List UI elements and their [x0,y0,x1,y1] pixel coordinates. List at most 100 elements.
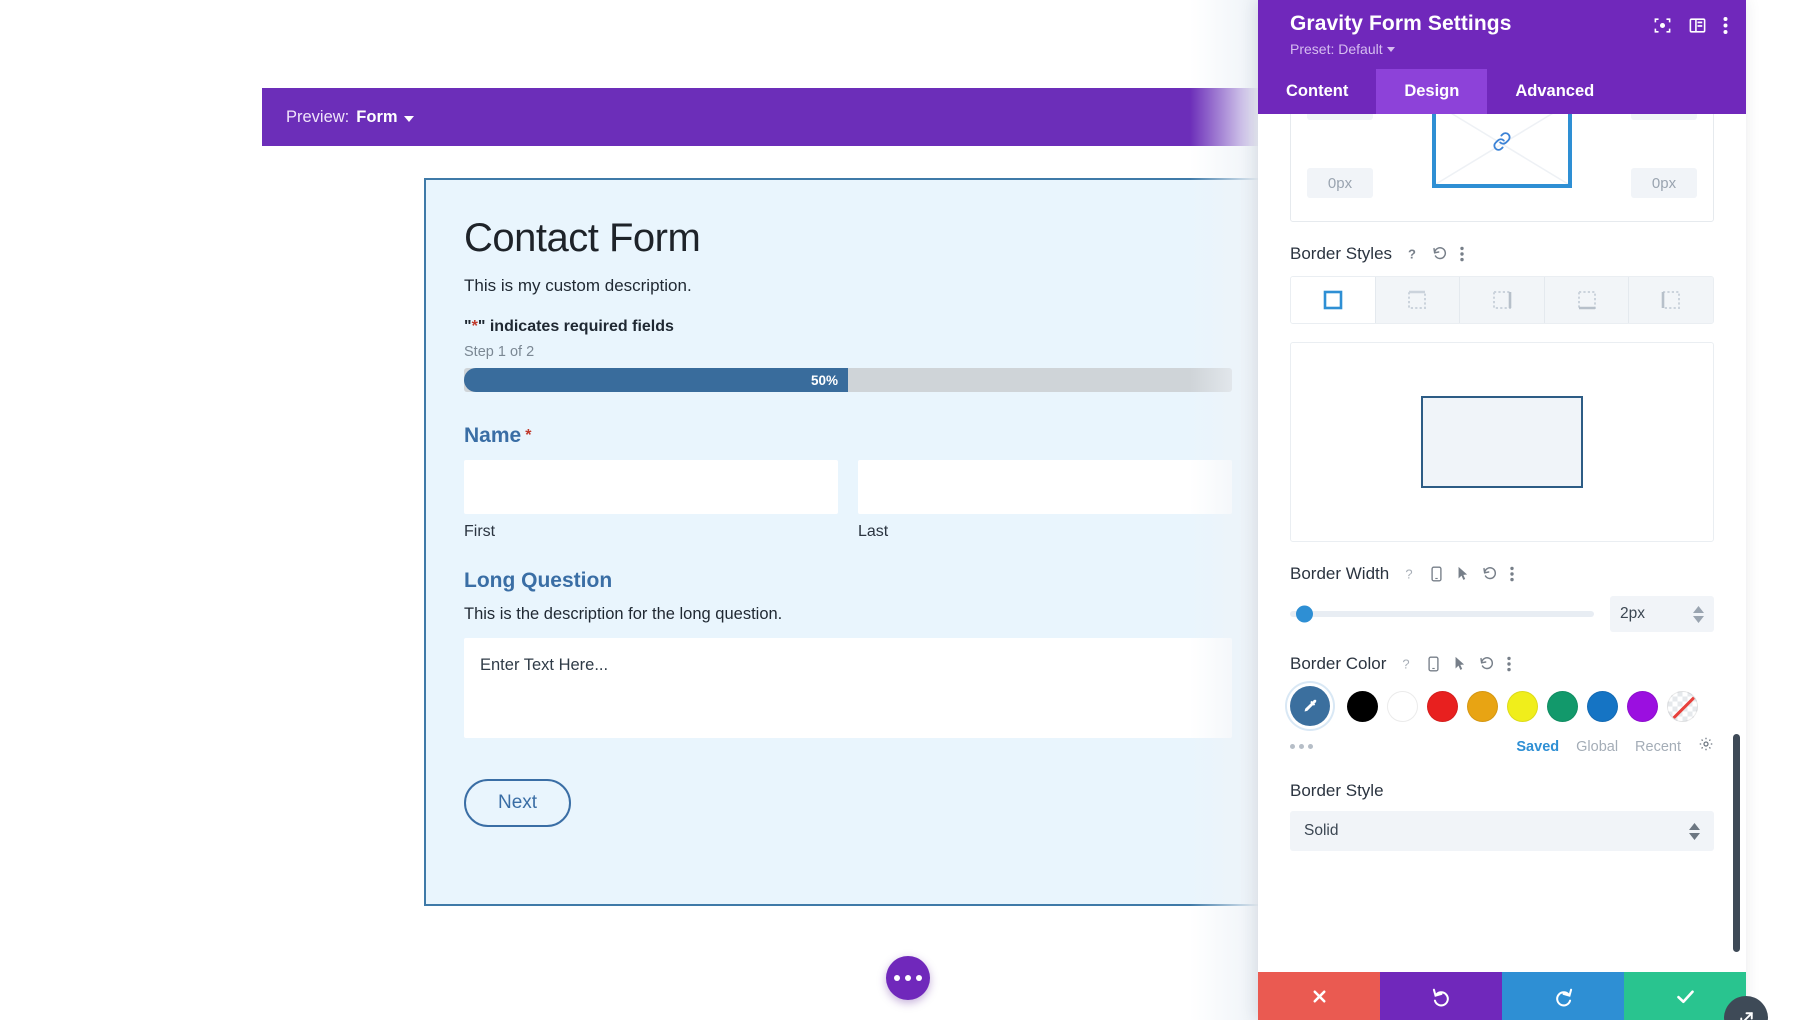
last-name-sublabel: Last [858,523,889,540]
border-width-slider[interactable] [1290,605,1594,623]
page-canvas: Preview: Form Contact Form This is my cu… [0,0,1258,1020]
long-question-textarea[interactable] [464,638,1232,738]
ellipsis-horizontal-icon [905,975,911,981]
preview-bar[interactable]: Preview: Form [262,88,1258,146]
border-style-select[interactable]: Solid [1290,811,1714,851]
gear-icon[interactable] [1698,736,1714,757]
color-swatch-orange[interactable] [1467,690,1498,722]
svg-text:?: ? [1406,567,1413,582]
tab-content[interactable]: Content [1258,69,1376,114]
ellipsis-horizontal-icon[interactable] [1290,744,1313,749]
hover-cursor-icon[interactable] [1456,566,1470,582]
tab-design[interactable]: Design [1376,69,1488,114]
panel-title: Gravity Form Settings [1290,12,1512,35]
progress-bar-fill: 50% [464,368,848,392]
radius-top-left-input[interactable] [1307,114,1373,120]
border-style-bottom-side[interactable] [1544,277,1630,323]
panel-preset-selector[interactable]: Preset: Default [1290,41,1511,57]
last-name-input[interactable] [858,460,1232,514]
vertical-dots-icon[interactable] [1723,16,1728,35]
border-style-select-label: Border Style [1290,781,1384,800]
long-question-label: Long Question [464,569,613,592]
color-swatch-yellow[interactable] [1507,690,1538,722]
help-icon[interactable]: ? [1401,566,1417,582]
app-root: Preview: Form Contact Form This is my cu… [0,0,1800,1020]
name-field-label-text: Name [464,424,522,447]
radius-bottom-left-input[interactable] [1307,168,1373,198]
reset-icon[interactable] [1479,656,1495,672]
first-name-sublabel: First [464,523,496,540]
color-swatch-white[interactable] [1387,690,1418,722]
hover-cursor-icon[interactable] [1453,656,1467,672]
progress-bar: 50% [464,368,1232,392]
form-title: Contact Form [464,216,701,260]
link-icon[interactable] [1491,131,1513,158]
radius-bottom-right-input[interactable] [1631,168,1697,198]
vertical-dots-icon[interactable] [1510,566,1514,582]
first-name-input[interactable] [464,460,838,514]
settings-panel-tabs: Content Design Advanced [1258,69,1746,114]
border-style-left-side[interactable] [1629,277,1713,323]
color-swatch-black[interactable] [1347,690,1378,722]
step-indicator: Step 1 of 2 [464,344,535,360]
border-styles-title: Border Styles [1290,244,1393,263]
panel-scrollbar-thumb[interactable] [1733,734,1740,952]
eyedropper-icon[interactable] [1290,686,1330,726]
settings-panel-footer [1258,972,1746,1020]
color-swatch-blue[interactable] [1587,690,1618,722]
preview-value: Form [356,107,398,126]
panel-scrollbar-track[interactable] [1733,114,1743,972]
border-radius-widget[interactable] [1290,114,1714,222]
layout-panel-icon[interactable] [1688,16,1707,35]
resize-diagonal-icon [1739,1011,1753,1020]
vertical-dots-icon[interactable] [1507,656,1512,672]
reset-icon[interactable] [1432,246,1448,262]
radius-right-column [1631,114,1697,198]
form-preview-card: Contact Form This is my custom descripti… [424,178,1258,906]
required-fields-note: "*" indicates required fields [464,318,1232,336]
color-swatch-red[interactable] [1427,690,1458,722]
cancel-button[interactable] [1258,972,1380,1020]
long-question-description: This is the description for the long que… [464,605,783,623]
radius-preview [1432,114,1572,188]
name-first-col: First [464,460,838,541]
color-tab-global[interactable]: Global [1576,739,1618,755]
border-color-section: Border Color ? [1258,654,1746,674]
border-styles-options [1290,276,1714,324]
redo-button[interactable] [1502,972,1624,1020]
page-settings-fab[interactable] [886,956,930,1000]
border-width-number-input[interactable]: 2px [1610,596,1714,632]
spinner-arrows-icon[interactable] [1693,605,1704,623]
undo-button[interactable] [1380,972,1502,1020]
tab-advanced[interactable]: Advanced [1487,69,1622,114]
border-color-footer: Saved Global Recent [1290,736,1714,757]
color-tab-recent[interactable]: Recent [1635,739,1681,755]
focus-target-icon[interactable] [1653,16,1672,35]
border-width-slider-knob[interactable] [1296,605,1314,623]
border-style-top-side[interactable] [1375,277,1461,323]
chevron-down-icon [1386,47,1395,52]
color-tab-saved[interactable]: Saved [1516,739,1559,755]
chevron-down-icon[interactable] [403,116,414,122]
reset-icon[interactable] [1482,566,1498,582]
color-swatch-green[interactable] [1547,690,1578,722]
svg-text:?: ? [1408,247,1416,262]
border-preview-box [1421,396,1583,488]
name-required-asterisk: * [525,427,532,444]
help-icon[interactable]: ? [1398,656,1414,672]
next-button[interactable]: Next [464,779,572,827]
border-styles-section: Border Styles ? [1258,244,1746,264]
close-x-icon [1312,989,1326,1003]
border-style-all-sides[interactable] [1291,277,1376,323]
name-field-label: Name * [464,424,1232,448]
color-swatch-purple[interactable] [1627,690,1658,722]
updown-caret-icon [1689,822,1700,840]
responsive-mobile-icon[interactable] [1429,566,1444,582]
redo-icon [1555,988,1572,1006]
help-icon[interactable]: ? [1404,246,1420,262]
border-style-right-side[interactable] [1460,277,1545,323]
radius-top-right-input[interactable] [1631,114,1697,120]
vertical-dots-icon[interactable] [1460,246,1464,262]
color-swatch-transparent[interactable] [1667,690,1698,722]
responsive-mobile-icon[interactable] [1426,656,1441,672]
